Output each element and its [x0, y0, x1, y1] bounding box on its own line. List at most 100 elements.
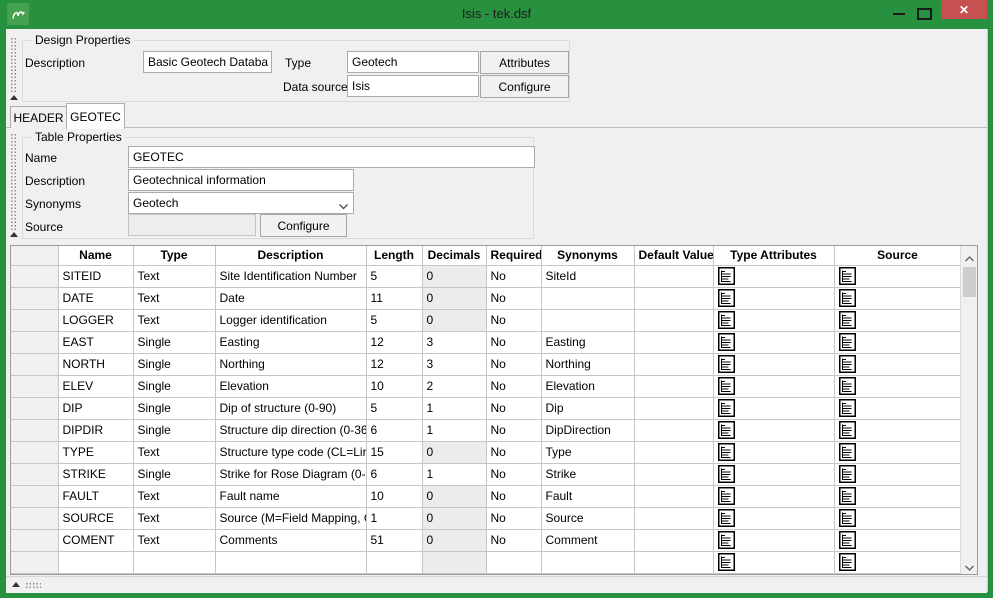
grid-cell-source[interactable] — [834, 287, 961, 309]
row-selector[interactable] — [11, 331, 58, 353]
attributes-button[interactable]: Attributes — [480, 51, 569, 74]
row-selector[interactable] — [11, 375, 58, 397]
row-selector[interactable] — [11, 529, 58, 551]
grid-cell-length[interactable]: 5 — [366, 397, 422, 419]
attributes-editor-icon[interactable] — [718, 531, 735, 549]
attributes-editor-icon[interactable] — [839, 443, 856, 461]
grid-cell-required[interactable]: No — [486, 529, 541, 551]
grid-cell-required[interactable]: No — [486, 265, 541, 287]
grid-cell-length[interactable]: 10 — [366, 485, 422, 507]
grid-cell-synonyms[interactable]: Easting — [541, 331, 634, 353]
grid-cell-synonyms[interactable]: Fault — [541, 485, 634, 507]
grid-cell-default-value[interactable] — [634, 463, 713, 485]
grid-cell-type[interactable] — [133, 551, 215, 573]
grid-cell-required[interactable]: No — [486, 397, 541, 419]
grid-cell-default-value[interactable] — [634, 551, 713, 573]
grid-column-header[interactable]: Type — [133, 246, 215, 265]
grid-cell-description[interactable]: Logger identification — [215, 309, 366, 331]
attributes-editor-icon[interactable] — [839, 465, 856, 483]
grid-cell-type[interactable]: Single — [133, 397, 215, 419]
grid-cell-required[interactable]: No — [486, 287, 541, 309]
grid-cell-default-value[interactable] — [634, 485, 713, 507]
design-configure-button[interactable]: Configure — [480, 75, 569, 98]
grid-cell-decimals[interactable]: 0 — [422, 507, 486, 529]
row-selector[interactable] — [11, 441, 58, 463]
table-source-field[interactable] — [128, 214, 256, 236]
attributes-editor-icon[interactable] — [839, 355, 856, 373]
grid-cell-default-value[interactable] — [634, 265, 713, 287]
attributes-editor-icon[interactable] — [718, 465, 735, 483]
grid-cell-name[interactable]: DIP — [58, 397, 133, 419]
grid-cell-synonyms[interactable]: Northing — [541, 353, 634, 375]
panel-drag-grip[interactable] — [10, 37, 17, 93]
grid-cell-length[interactable] — [366, 551, 422, 573]
grid-cell-type-attributes[interactable] — [713, 287, 834, 309]
maximize-icon[interactable] — [917, 8, 932, 20]
grid-cell-type[interactable]: Text — [133, 287, 215, 309]
grid-cell-source[interactable] — [834, 551, 961, 573]
collapse-panel-icon[interactable] — [10, 232, 18, 237]
grid-cell-name[interactable]: COMENT — [58, 529, 133, 551]
grid-cell-decimals[interactable]: 1 — [422, 397, 486, 419]
grid-cell-description[interactable]: Date — [215, 287, 366, 309]
grid-cell-type[interactable]: Text — [133, 265, 215, 287]
grid-cell-required[interactable]: No — [486, 419, 541, 441]
attributes-editor-icon[interactable] — [718, 443, 735, 461]
grid-cell-length[interactable]: 6 — [366, 419, 422, 441]
grid-cell-source[interactable] — [834, 419, 961, 441]
grid-cell-name[interactable]: DATE — [58, 287, 133, 309]
design-description-field[interactable]: Basic Geotech Databa — [143, 51, 272, 73]
attributes-editor-icon[interactable] — [718, 509, 735, 527]
grid-cell-type-attributes[interactable] — [713, 265, 834, 287]
grid-cell-description[interactable]: Comments — [215, 529, 366, 551]
grid-column-header[interactable]: Source — [834, 246, 961, 265]
grid-cell-synonyms[interactable]: DipDirection — [541, 419, 634, 441]
row-selector[interactable] — [11, 309, 58, 331]
grid-cell-synonyms[interactable] — [541, 309, 634, 331]
grid-cell-type-attributes[interactable] — [713, 485, 834, 507]
grid-cell-name[interactable]: TYPE — [58, 441, 133, 463]
grid-cell-synonyms[interactable]: Type — [541, 441, 634, 463]
grid-cell-type-attributes[interactable] — [713, 397, 834, 419]
data-source-field[interactable]: Isis — [347, 75, 479, 97]
row-selector[interactable] — [11, 353, 58, 375]
grid-cell-type-attributes[interactable] — [713, 463, 834, 485]
grid-cell-description[interactable]: Structure dip direction (0-36 — [215, 419, 366, 441]
table-configure-button[interactable]: Configure — [260, 214, 347, 237]
grid-cell-decimals[interactable]: 0 — [422, 485, 486, 507]
grid-cell-source[interactable] — [834, 375, 961, 397]
grid-cell-type[interactable]: Single — [133, 375, 215, 397]
grid-cell-name[interactable]: EAST — [58, 331, 133, 353]
grid-cell-description[interactable]: Site Identification Number — [215, 265, 366, 287]
grid-cell-source[interactable] — [834, 397, 961, 419]
splitter-drag-grip[interactable] — [25, 582, 41, 589]
attributes-editor-icon[interactable] — [839, 509, 856, 527]
grid-cell-synonyms[interactable]: Comment — [541, 529, 634, 551]
grid-cell-synonyms[interactable]: Dip — [541, 397, 634, 419]
grid-cell-type-attributes[interactable] — [713, 375, 834, 397]
grid-cell-name[interactable]: LOGGER — [58, 309, 133, 331]
grid-cell-synonyms[interactable]: Strike — [541, 463, 634, 485]
grid-cell-type-attributes[interactable] — [713, 309, 834, 331]
row-selector[interactable] — [11, 463, 58, 485]
grid-cell-default-value[interactable] — [634, 287, 713, 309]
attributes-editor-icon[interactable] — [839, 399, 856, 417]
attributes-editor-icon[interactable] — [718, 553, 735, 571]
grid-column-header[interactable]: Required — [486, 246, 541, 265]
grid-cell-type-attributes[interactable] — [713, 353, 834, 375]
grid-cell-type-attributes[interactable] — [713, 419, 834, 441]
grid-cell-type[interactable]: Single — [133, 419, 215, 441]
grid-cell-name[interactable]: FAULT — [58, 485, 133, 507]
attributes-editor-icon[interactable] — [839, 267, 856, 285]
grid-cell-length[interactable]: 11 — [366, 287, 422, 309]
grid-cell-synonyms[interactable]: Elevation — [541, 375, 634, 397]
grid-column-header[interactable]: Default Value — [634, 246, 713, 265]
grid-cell-required[interactable]: No — [486, 441, 541, 463]
grid-cell-description[interactable]: Strike for Rose Diagram (0-3 — [215, 463, 366, 485]
grid-cell-length[interactable]: 51 — [366, 529, 422, 551]
grid-cell-synonyms[interactable] — [541, 551, 634, 573]
grid-cell-description[interactable]: Structure type code (CL=Lir — [215, 441, 366, 463]
grid-cell-decimals[interactable]: 0 — [422, 309, 486, 331]
grid-column-header[interactable]: Decimals — [422, 246, 486, 265]
grid-cell-name[interactable]: SOURCE — [58, 507, 133, 529]
